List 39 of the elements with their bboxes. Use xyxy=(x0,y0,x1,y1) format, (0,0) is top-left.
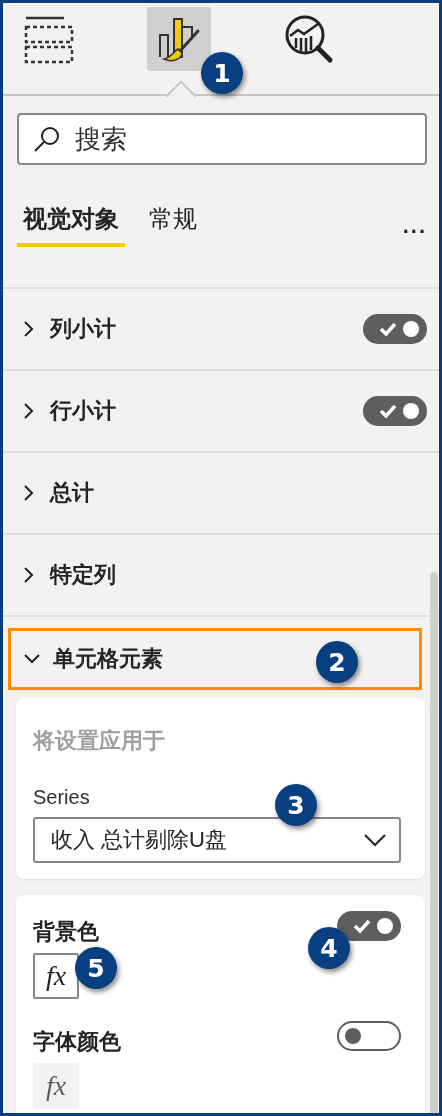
check-icon xyxy=(379,403,397,419)
step-number-badge: 5 xyxy=(75,947,117,989)
check-icon xyxy=(379,321,397,337)
check-icon xyxy=(353,918,371,934)
scrollbar[interactable] xyxy=(430,572,438,1113)
function-button[interactable]: fx xyxy=(33,953,79,999)
chart-brush-icon xyxy=(156,15,202,63)
toggle-switch[interactable] xyxy=(337,1021,401,1051)
function-button[interactable]: fx xyxy=(33,1063,79,1109)
series-dropdown[interactable]: 收入 总计剔除U盘 xyxy=(33,817,401,863)
tab[interactable]: 常规 xyxy=(143,199,203,247)
step-number-badge: 1 xyxy=(201,52,243,94)
section-header[interactable]: 总计 xyxy=(3,453,439,535)
field-label: Series xyxy=(33,786,90,809)
search-field[interactable]: 搜索 xyxy=(17,113,427,165)
section-title: 总计 xyxy=(50,479,94,507)
chart-magnifier-icon xyxy=(284,14,334,64)
dashed-table-icon xyxy=(24,14,74,64)
card-title: 将设置应用于 xyxy=(33,727,166,755)
toggle-switch[interactable] xyxy=(363,314,427,344)
toggle-switch[interactable] xyxy=(337,911,401,941)
search-icon xyxy=(33,125,61,153)
section-header[interactable]: 列小计 xyxy=(3,289,439,371)
section-header[interactable]: 行小计 xyxy=(3,371,439,453)
setting-label: 背景色 xyxy=(33,918,99,946)
section-title: 特定列 xyxy=(50,561,116,589)
tab[interactable]: 视觉对象 xyxy=(17,199,125,247)
pane-tab[interactable] xyxy=(147,7,211,71)
section-title: 行小计 xyxy=(50,397,116,425)
chevron-down-icon xyxy=(363,833,387,847)
section-title: 列小计 xyxy=(50,315,116,343)
toggle-switch[interactable] xyxy=(363,396,427,426)
more-button[interactable]: ... xyxy=(402,213,427,247)
step-number-badge: 3 xyxy=(275,784,317,826)
section-title: 单元格元素 xyxy=(53,645,163,673)
section-header[interactable]: 单元格元素 2 xyxy=(8,628,422,690)
step-number-badge: 4 xyxy=(308,927,350,969)
step-number-badge: 2 xyxy=(316,641,358,683)
setting-label: 字体颜色 xyxy=(33,1028,121,1056)
